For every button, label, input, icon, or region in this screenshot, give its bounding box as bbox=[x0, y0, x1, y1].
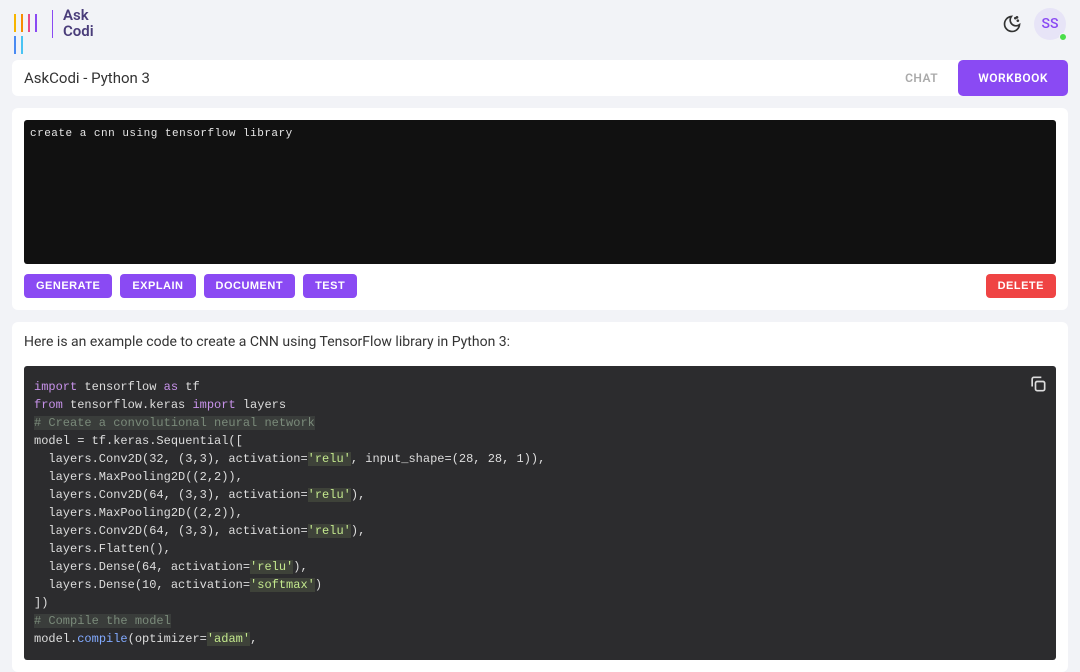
brand-text: Ask Codi bbox=[63, 8, 94, 40]
prompt-input[interactable]: create a cnn using tensorflow library bbox=[24, 120, 1056, 264]
status-dot bbox=[1059, 33, 1067, 41]
tab-group: CHAT WORKBOOK bbox=[885, 60, 1068, 96]
input-card: create a cnn using tensorflow library GE… bbox=[12, 108, 1068, 310]
header-card: AskCodi - Python 3 CHAT WORKBOOK bbox=[12, 60, 1068, 96]
avatar-initials: SS bbox=[1042, 16, 1059, 32]
output-intro: Here is an example code to create a CNN … bbox=[24, 334, 1056, 350]
logo-mark-icon bbox=[14, 10, 42, 38]
document-button[interactable]: DOCUMENT bbox=[204, 274, 296, 298]
delete-button[interactable]: DELETE bbox=[986, 274, 1056, 298]
logo-divider bbox=[52, 10, 53, 38]
copy-icon[interactable] bbox=[1028, 374, 1048, 394]
output-card: Here is an example code to create a CNN … bbox=[12, 322, 1068, 672]
theme-toggle-icon[interactable] bbox=[1002, 14, 1022, 34]
generate-button[interactable]: GENERATE bbox=[24, 274, 112, 298]
test-button[interactable]: TEST bbox=[303, 274, 357, 298]
output-code-block: import tensorflow as tf from tensorflow.… bbox=[24, 366, 1056, 660]
avatar[interactable]: SS bbox=[1034, 8, 1066, 40]
tab-chat[interactable]: CHAT bbox=[885, 60, 958, 96]
page-title: AskCodi - Python 3 bbox=[22, 69, 150, 87]
brand-logo[interactable]: Ask Codi bbox=[14, 8, 94, 40]
explain-button[interactable]: EXPLAIN bbox=[120, 274, 195, 298]
tab-workbook[interactable]: WORKBOOK bbox=[958, 60, 1068, 96]
